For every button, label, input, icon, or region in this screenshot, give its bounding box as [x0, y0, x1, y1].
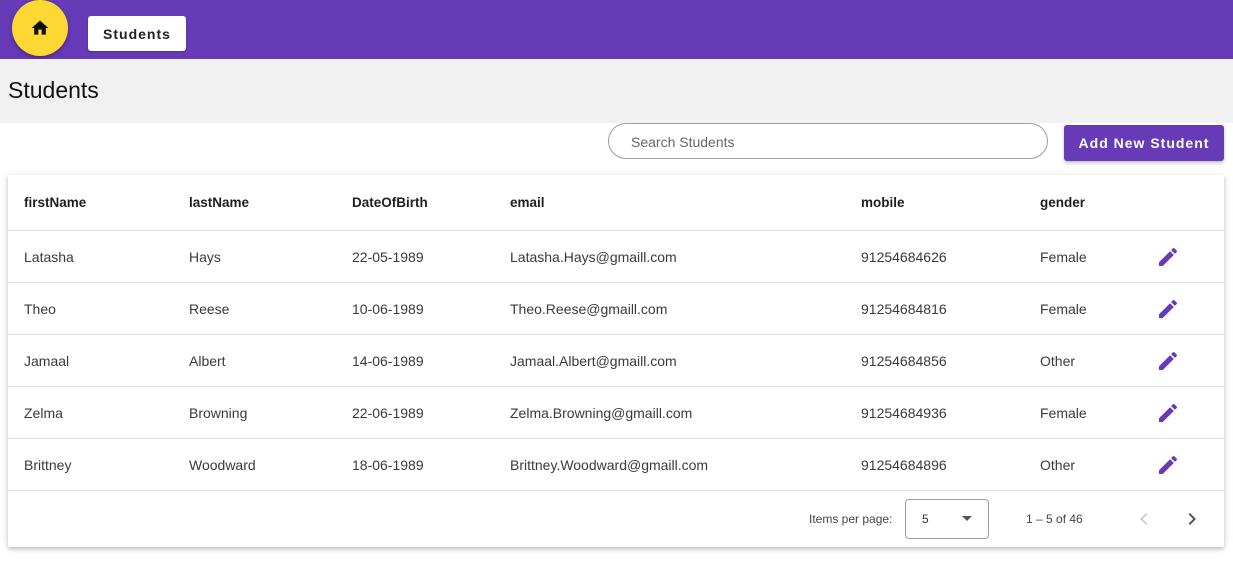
students-nav-button[interactable]: Students	[88, 16, 186, 51]
table-cell-firstName: Theo	[24, 300, 56, 317]
table-cell-lastName: Reese	[189, 300, 230, 317]
table-cell-DateOfBirth: 22-06-1989	[352, 404, 424, 421]
edit-icon	[1159, 247, 1178, 266]
edit-button[interactable]	[1156, 283, 1180, 334]
table-cell-email: Brittney.Woodward@gmaill.com	[510, 456, 709, 473]
table-cell-gender: Female	[1040, 248, 1087, 265]
students-table-card: firstName lastName DateOfBirth email mobile g…	[8, 175, 1224, 547]
table-cell-firstName: Latasha	[24, 248, 74, 265]
table-row: Brittney Woodward 18-06-1989 Brittney.Woodw…	[8, 439, 1224, 491]
edit-icon	[1159, 299, 1178, 318]
table-row: Zelma Browning 22-06-1989 Zelma.Browning@gm…	[8, 387, 1224, 439]
column-header-5: gender	[1040, 195, 1086, 210]
edit-button[interactable]	[1156, 231, 1180, 282]
previous-page-button[interactable]	[1132, 507, 1156, 531]
table-cell-lastName: Albert	[189, 352, 226, 369]
table-cell-mobile: 91254684626	[861, 248, 947, 265]
table-row: Jamaal Albert 14-06-1989 Jamaal.Albert@gmai…	[8, 335, 1224, 387]
table-cell-lastName: Woodward	[189, 456, 256, 473]
edit-button[interactable]	[1156, 387, 1180, 438]
next-page-button[interactable]	[1180, 507, 1204, 531]
page-title: Students	[8, 77, 99, 103]
table-cell-firstName: Jamaal	[24, 352, 70, 369]
table-cell-DateOfBirth: 10-06-1989	[352, 300, 424, 317]
edit-icon	[1159, 351, 1178, 370]
edit-icon	[1159, 455, 1178, 474]
column-header-3: email	[510, 195, 545, 210]
table-cell-DateOfBirth: 18-06-1989	[352, 456, 424, 473]
home-icon	[31, 20, 49, 35]
search-input[interactable]	[629, 124, 1033, 160]
table-cell-mobile: 91254684936	[861, 404, 947, 421]
edit-icon	[1159, 403, 1178, 422]
table-cell-gender: Female	[1040, 300, 1087, 317]
table-header-row: firstName lastName DateOfBirth email mobile g…	[8, 175, 1224, 231]
table-cell-email: Zelma.Browning@gmaill.com	[510, 404, 693, 421]
dropdown-arrow-icon	[962, 516, 972, 521]
table-cell-gender: Female	[1040, 404, 1087, 421]
chevron-right-icon	[1188, 513, 1196, 525]
table-cell-lastName: Hays	[189, 248, 221, 265]
column-header-2: DateOfBirth	[352, 195, 428, 210]
table-cell-DateOfBirth: 22-05-1989	[352, 248, 424, 265]
table-cell-email: Jamaal.Albert@gmaill.com	[510, 352, 677, 369]
edit-button[interactable]	[1156, 439, 1180, 490]
items-per-page-select[interactable]: 5	[905, 499, 989, 539]
page-range-label: 1 – 5 of 46	[1026, 512, 1083, 526]
table-cell-mobile: 91254684896	[861, 456, 947, 473]
table-cell-DateOfBirth: 14-06-1989	[352, 352, 424, 369]
column-header-1: lastName	[189, 195, 250, 210]
search-field	[608, 123, 1048, 160]
table-cell-firstName: Zelma	[24, 404, 63, 421]
table-cell-mobile: 91254684816	[861, 300, 947, 317]
table-cell-lastName: Browning	[189, 404, 248, 421]
chevron-left-icon	[1140, 513, 1148, 525]
column-header-0: firstName	[24, 195, 87, 210]
table-cell-firstName: Brittney	[24, 456, 72, 473]
edit-button[interactable]	[1156, 335, 1180, 386]
table-cell-email: Theo.Reese@gmaill.com	[510, 300, 668, 317]
home-button[interactable]	[12, 0, 68, 56]
table-row: Latasha Hays 22-05-1989 Latasha.Hays@gmaill…	[8, 231, 1224, 283]
page-header: Students	[0, 59, 1233, 123]
top-toolbar: Students	[0, 0, 1233, 59]
table-row: Theo Reese 10-06-1989 Theo.Reese@gmaill.com…	[8, 283, 1224, 335]
table-cell-mobile: 91254684856	[861, 352, 947, 369]
column-header-4: mobile	[861, 195, 905, 210]
add-new-student-button[interactable]: Add New Student	[1064, 125, 1224, 161]
items-per-page-value: 5	[922, 512, 929, 526]
items-per-page-label: Items per page:	[809, 512, 893, 526]
table-cell-email: Latasha.Hays@gmaill.com	[510, 248, 677, 265]
table-cell-gender: Other	[1040, 456, 1076, 473]
table-cell-gender: Other	[1040, 352, 1076, 369]
